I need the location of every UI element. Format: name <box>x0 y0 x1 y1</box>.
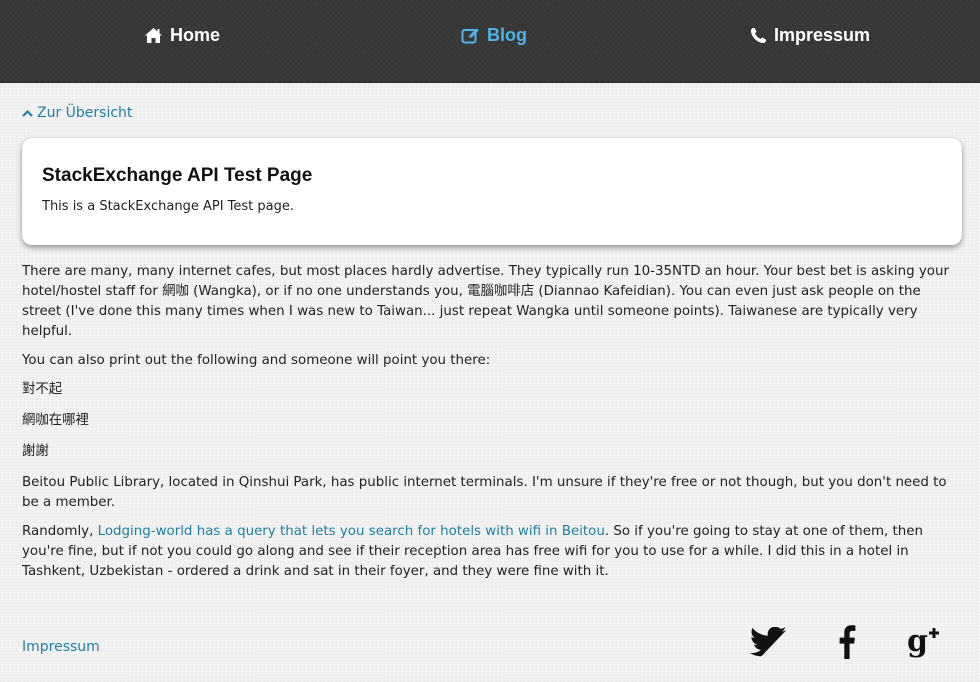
nav-home-link[interactable]: Home <box>144 24 220 46</box>
paragraph-beitou-library: Beitou Public Library, located in Qinshu… <box>22 475 947 510</box>
post-header-card: StackExchange API Test Page This is a St… <box>22 138 962 245</box>
google-plus-link[interactable]: g <box>905 624 945 664</box>
nav-blog-label: Blog <box>487 24 527 45</box>
back-link-label: Zur Übersicht <box>37 105 133 121</box>
facebook-link[interactable] <box>834 624 860 664</box>
twitter-link[interactable] <box>748 624 790 664</box>
back-to-overview-link[interactable]: Zur Übersicht <box>22 105 132 121</box>
paragraph-internet-cafes: There are many, many internet cafes, but… <box>22 264 949 339</box>
nav-impressum-link[interactable]: Impressum <box>750 24 870 46</box>
edit-icon <box>461 27 480 44</box>
top-navigation: Home Blog Impressum <box>0 0 980 83</box>
post-body: There are many, many internet cafes, but… <box>22 262 962 591</box>
twitter-icon <box>749 626 789 661</box>
phrase-where-is-internet-cafe: 網咖在哪裡 <box>22 413 89 428</box>
post-description: This is a StackExchange API Test page. <box>42 199 294 214</box>
svg-text:g: g <box>907 625 928 659</box>
chevron-up-icon <box>22 109 33 118</box>
phone-icon <box>750 27 767 44</box>
phrase-thank-you: 謝謝 <box>22 444 49 459</box>
google-plus-icon: g <box>907 624 943 663</box>
nav-home-label: Home <box>170 24 221 45</box>
home-icon <box>144 27 163 44</box>
paragraph-lodging-world: Randomly, Lodging-world has a query that… <box>22 522 962 582</box>
post-title: StackExchange API Test Page <box>42 165 313 186</box>
footer-impressum-link[interactable]: Impressum <box>22 639 100 655</box>
paragraph-print-instructions: You can also print out the following and… <box>22 353 491 368</box>
nav-impressum-label: Impressum <box>774 24 871 45</box>
lodging-world-link[interactable]: Lodging-world has a query that lets you … <box>98 524 605 539</box>
nav-blog-link[interactable]: Blog <box>461 24 527 46</box>
facebook-icon <box>838 625 856 663</box>
paragraph-lodging-world-intro: Randomly, <box>22 524 98 539</box>
phrase-sorry: 對不起 <box>22 382 63 397</box>
